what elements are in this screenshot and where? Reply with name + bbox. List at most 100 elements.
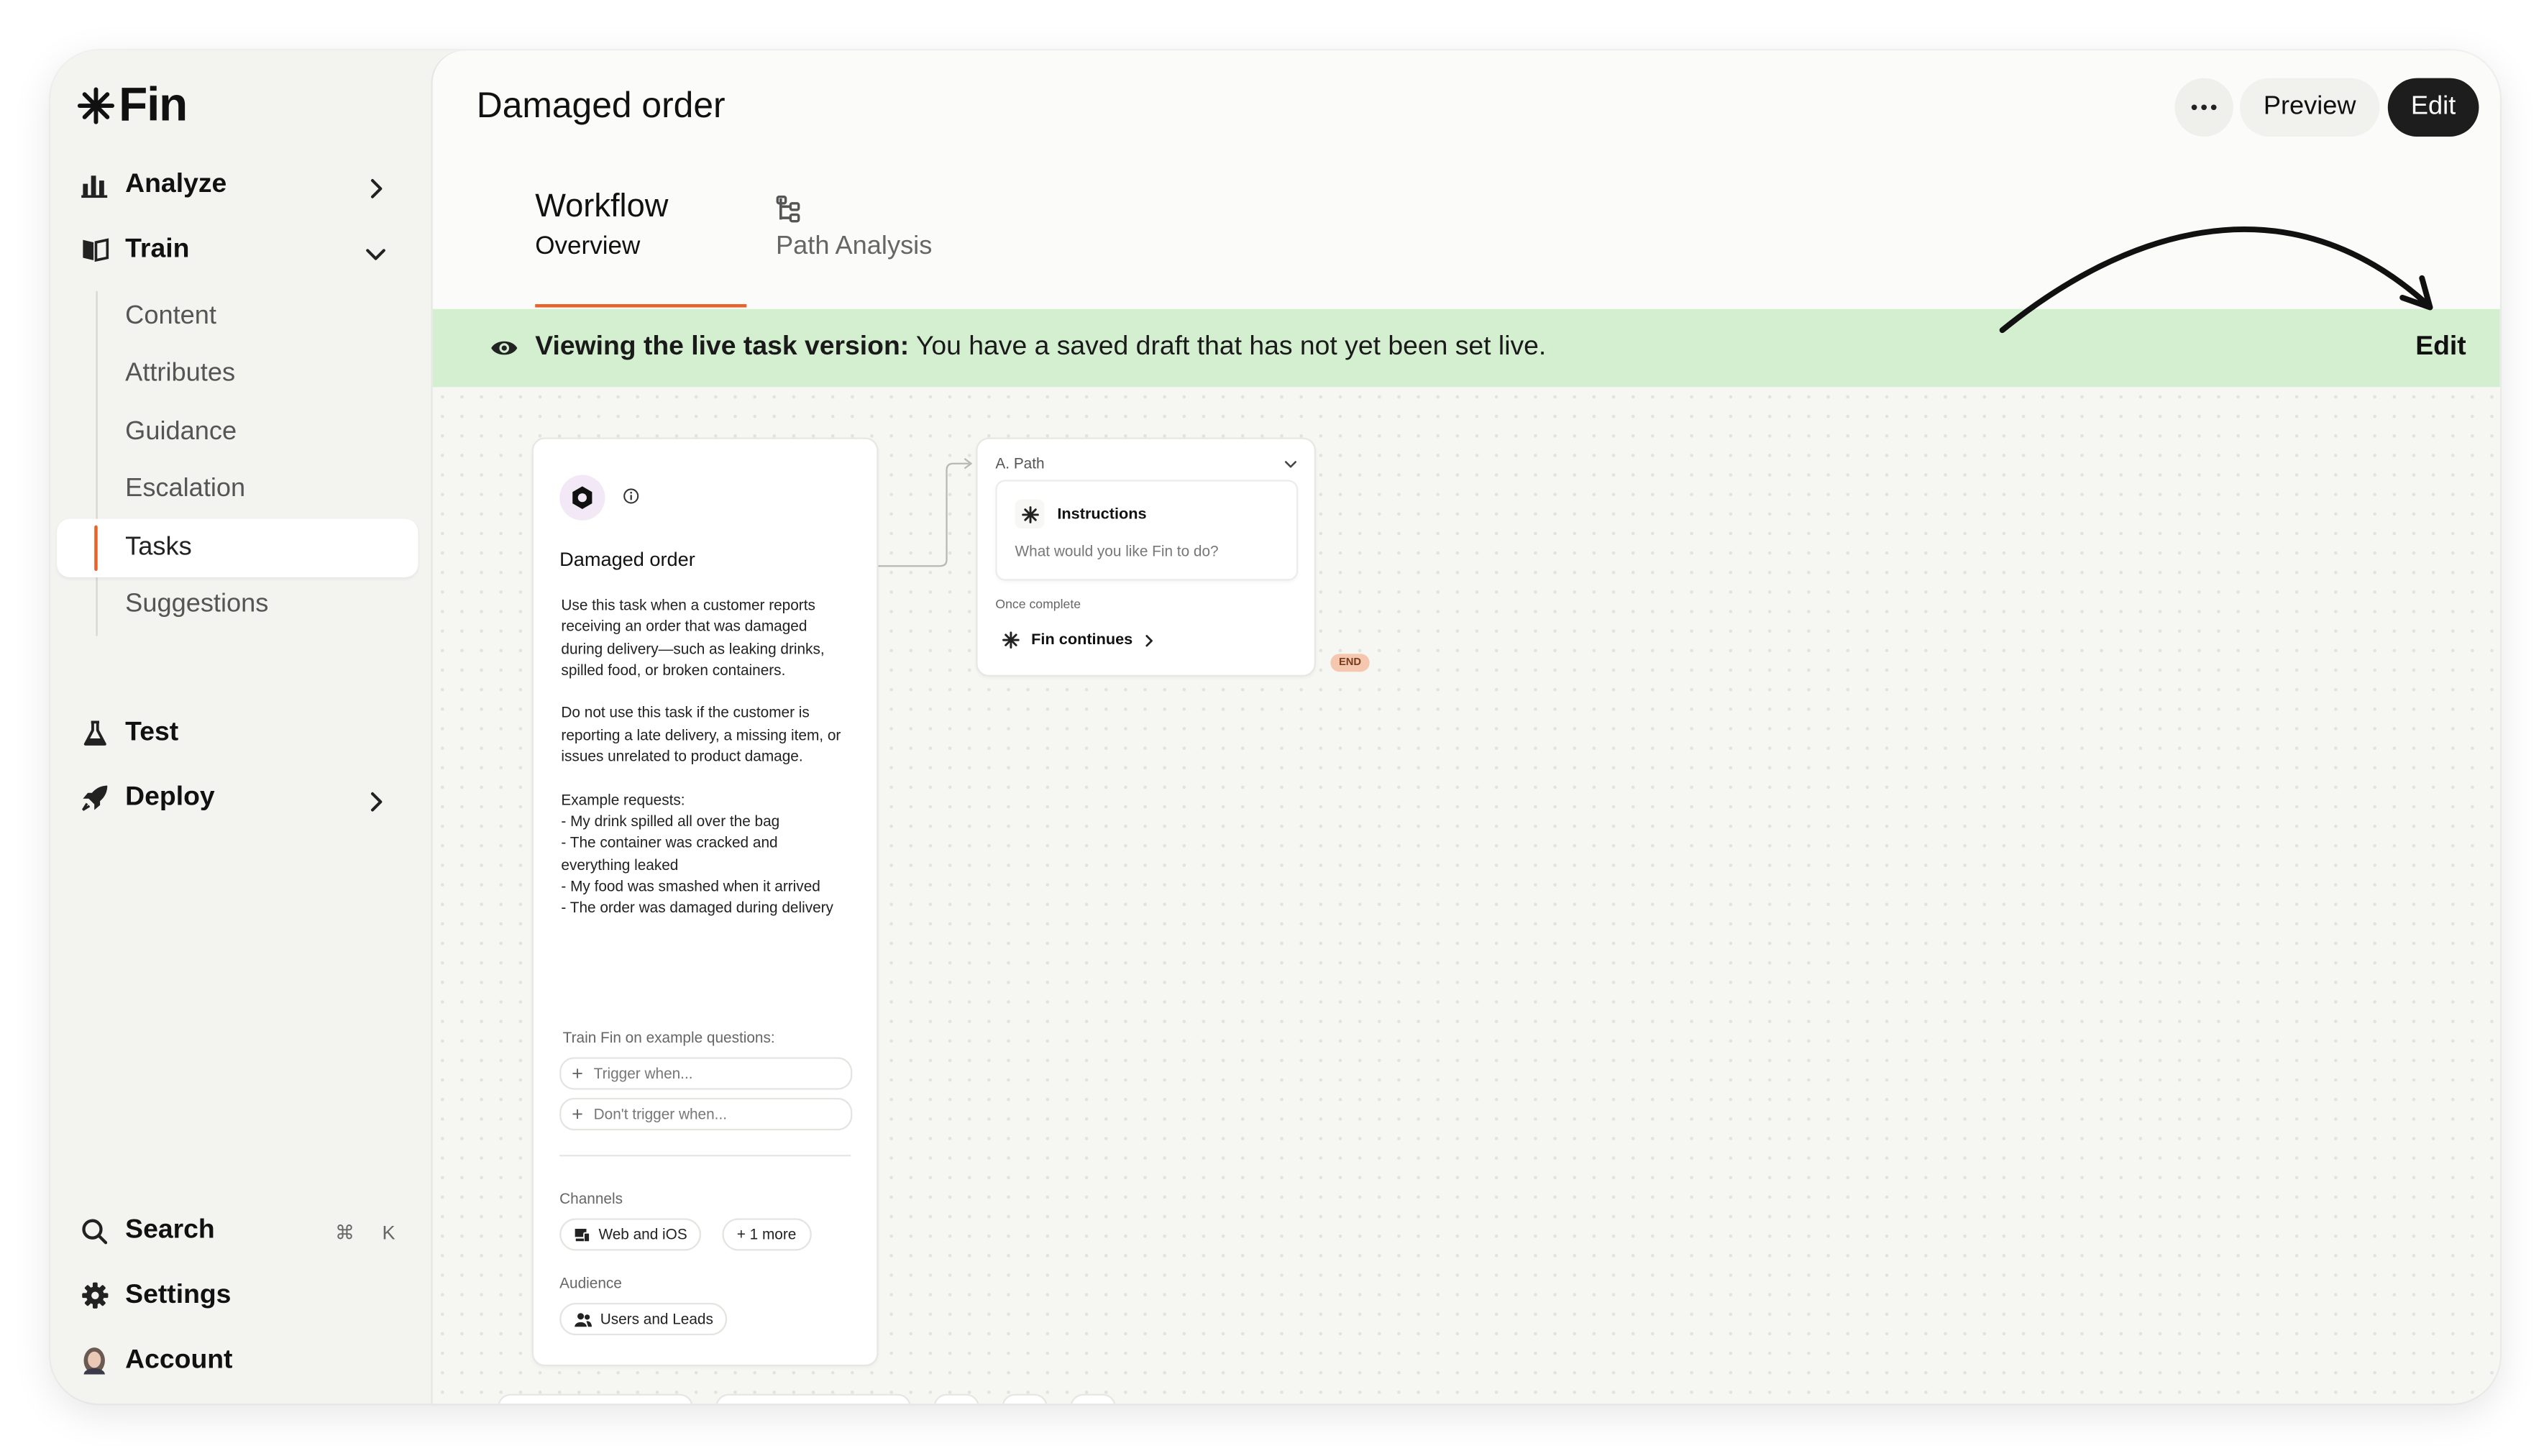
plus-icon: + [572,1062,583,1085]
task-card-title: Damaged order [559,548,695,571]
subnav-guide-line [96,290,98,636]
card-divider [559,1155,851,1157]
toolbar-pill[interactable] [1070,1393,1116,1404]
active-tab-underline [535,304,747,308]
more-channels-label: + 1 more [736,1226,797,1243]
sidebar-item-label: Deploy [125,782,215,812]
sidebar-account[interactable]: Account [80,1345,233,1376]
web-ios-icon [575,1227,590,1242]
plus-icon: + [572,1102,583,1126]
rocket-icon [80,783,109,812]
fin-logo-icon [77,87,115,124]
instructions-icon-badge [1015,499,1045,529]
fin-continues-step[interactable]: Fin continues [1002,631,1155,649]
once-complete-label: Once complete [995,597,1081,612]
toolbar-pill[interactable] [1002,1393,1048,1404]
eye-icon [491,341,518,355]
sidebar-active-highlight [57,518,418,578]
audience-chip[interactable]: Users and Leads [559,1302,728,1336]
toolbar-pill[interactable] [498,1393,693,1404]
toolbar-pill[interactable] [933,1393,979,1404]
sidebar-item-label: Analyze [125,169,227,198]
sidebar-item-deploy[interactable]: Deploy [80,782,215,813]
chevron-right-icon[interactable] [362,175,388,201]
more-options-button[interactable] [2174,78,2233,137]
sidebar-item-label: Test [125,717,179,747]
sidebar-settings[interactable]: Settings [80,1280,232,1311]
settings-label: Settings [125,1280,232,1309]
tab-workflow-subtitle[interactable]: Overview [535,232,640,262]
page-title: Damaged order [476,84,726,126]
tab-path-analysis[interactable]: Path Analysis [776,232,932,262]
audience-label: Audience [559,1275,622,1292]
users-icon [575,1312,592,1327]
chevron-right-icon[interactable] [362,789,388,815]
sidebar-search[interactable]: Search [80,1215,215,1246]
dont-trigger-when-placeholder: Don't trigger when... [593,1106,728,1122]
hexagon-icon [572,486,592,510]
task-badge [559,475,605,521]
end-badge: END [1330,654,1370,672]
sidebar-item-label: Train [125,234,190,264]
sidebar-subitem-escalation[interactable]: Escalation [125,475,245,505]
flask-icon [80,718,109,748]
banner-bold-text: Viewing the live task version: [535,331,910,362]
sidebar: Fin Analyze Train Content Attributes Gui… [50,50,433,1404]
banner-edit-link[interactable]: Edit [2415,331,2466,362]
instructions-block[interactable]: Instructions What would you like Fin to … [995,480,1299,581]
logo-text: Fin [119,78,188,132]
more-channels-chip[interactable]: + 1 more [722,1218,811,1251]
sidebar-item-test[interactable]: Test [80,718,178,748]
banner-body-text: You have a saved draft that has not yet … [909,331,1547,362]
instructions-placeholder[interactable]: What would you like Fin to do? [1015,544,1219,560]
trigger-when-placeholder: Trigger when... [593,1065,693,1082]
fin-asterisk-icon [1002,631,1020,649]
channels-label: Channels [559,1190,623,1207]
audience-chip-label: Users and Leads [600,1311,713,1327]
avatar [80,1346,109,1375]
gear-icon [80,1281,109,1310]
search-icon [80,1216,109,1245]
channel-chip-label: Web and iOS [598,1226,687,1243]
connector-line [875,458,973,567]
bar-chart-icon [80,170,109,199]
train-examples-label: Train Fin on example questions: [562,1029,775,1046]
path-card[interactable]: A. Path Instructions What would you like… [976,437,1317,677]
sidebar-active-indicator [94,525,98,571]
ellipsis-icon [2191,104,2217,111]
tree-icon [776,196,800,223]
path-label: A. Path [995,455,1045,472]
app-window: Fin Analyze Train Content Attributes Gui… [50,50,2500,1404]
toolbar-pill[interactable] [715,1393,911,1404]
account-label: Account [125,1345,233,1375]
annotation-arrow [1999,226,2433,334]
sidebar-item-train[interactable]: Train [80,234,190,265]
info-icon[interactable] [623,488,639,505]
edit-button[interactable]: Edit [2387,78,2479,137]
main-panel: Damaged order Preview Edit Workflow Over… [432,50,2500,1404]
tab-workflow-title[interactable]: Workflow [535,188,668,226]
book-icon [80,235,109,265]
task-description: Use this task when a customer reports re… [561,597,841,916]
dont-trigger-when-input[interactable]: + Don't trigger when... [559,1097,853,1131]
channel-chip[interactable]: Web and iOS [559,1218,703,1251]
shortcut-cmd-key: ⌘ [334,1221,355,1245]
trigger-when-input[interactable]: + Trigger when... [559,1057,853,1090]
chevron-down-icon[interactable] [1284,457,1298,472]
chevron-down-icon[interactable] [362,241,388,267]
sidebar-subitem-guidance[interactable]: Guidance [125,418,237,447]
sidebar-subitem-suggestions[interactable]: Suggestions [125,590,268,620]
sidebar-subitem-tasks[interactable]: Tasks [125,534,192,563]
sidebar-subitem-attributes[interactable]: Attributes [125,360,235,389]
search-label: Search [125,1214,215,1245]
shortcut-k-key: K [382,1221,395,1245]
task-trigger-card[interactable]: Damaged order Use this task when a custo… [531,437,879,1367]
fin-logo[interactable]: Fin [76,78,188,132]
instructions-title: Instructions [1057,505,1147,524]
fin-continues-label: Fin continues [1031,631,1133,649]
sidebar-item-analyze[interactable]: Analyze [80,169,227,200]
sidebar-subitem-content[interactable]: Content [125,303,216,332]
chevron-right-icon [1146,633,1153,646]
preview-button[interactable]: Preview [2239,78,2380,137]
fin-asterisk-icon [1021,505,1038,523]
